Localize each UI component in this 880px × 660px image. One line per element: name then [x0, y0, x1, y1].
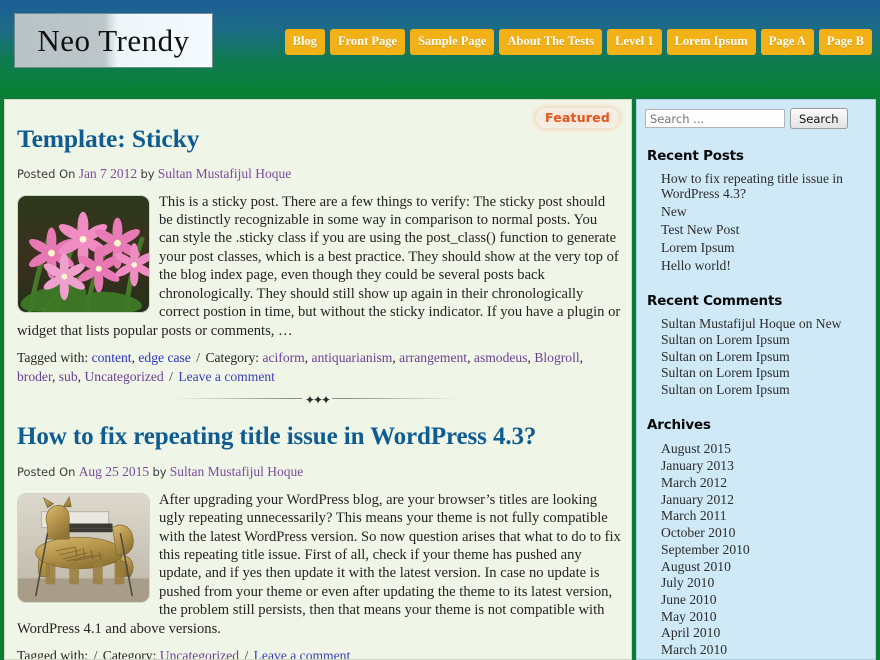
posted-on-label: Posted On: [17, 465, 76, 480]
post-article: Template: Sticky Posted On Jan 7 2012 by…: [13, 124, 621, 407]
archives-heading: Archives: [647, 417, 711, 434]
post-title[interactable]: How to fix repeating title issue in Word…: [17, 423, 621, 452]
list-item[interactable]: Sultan on Lorem Ipsum: [661, 349, 868, 365]
list-item[interactable]: Test New Post: [661, 222, 868, 238]
category-label: Category:: [102, 648, 157, 660]
search-button[interactable]: Search: [790, 108, 848, 129]
tag-link[interactable]: edge case: [138, 350, 190, 365]
category-link[interactable]: broder: [17, 369, 52, 384]
site-logo[interactable]: Neo Trendy: [14, 13, 213, 68]
post-body: After upgrading your WordPress blog, are…: [17, 491, 621, 639]
sculpture-photo-icon: [18, 493, 149, 602]
list-item[interactable]: July 2010: [661, 575, 868, 590]
footer-separator: /: [196, 350, 201, 366]
list-item[interactable]: October 2010: [661, 525, 868, 540]
search-input[interactable]: [645, 109, 785, 128]
by-label: by: [152, 465, 167, 480]
post-footer: Tagged with: content, edge case / Catego…: [17, 350, 584, 385]
tag-link[interactable]: content: [92, 350, 132, 365]
page-root: Neo Trendy Blog Front Page Sample Page A…: [0, 0, 880, 660]
list-item[interactable]: Sultan on Lorem Ipsum: [661, 365, 868, 381]
main-content: Featured Template: Sticky Posted On Jan …: [4, 99, 632, 660]
list-item[interactable]: January 2013: [661, 458, 868, 473]
by-label: by: [140, 167, 155, 182]
list-item[interactable]: Sultan on Lorem Ipsum: [661, 382, 868, 398]
nav-item-page-a[interactable]: Page A: [760, 29, 814, 55]
post-author[interactable]: Sultan Mustafijul Hoque: [170, 464, 304, 479]
post-title[interactable]: Template: Sticky: [17, 124, 621, 153]
list-item[interactable]: March 2010: [661, 642, 868, 657]
category-label: Category:: [205, 350, 260, 366]
nav-item-sample-page[interactable]: Sample Page: [410, 29, 495, 55]
list-item[interactable]: August 2010: [661, 559, 868, 574]
list-item[interactable]: Hello world!: [661, 258, 868, 274]
site-header: Neo Trendy Blog Front Page Sample Page A…: [0, 0, 880, 95]
nav-item-front-page[interactable]: Front Page: [329, 29, 406, 55]
list-item[interactable]: September 2010: [661, 542, 868, 557]
post-date[interactable]: Aug 25 2015: [79, 464, 150, 479]
category-link[interactable]: arrangement: [399, 350, 467, 365]
sidebar: Search Recent Posts How to fix repeating…: [636, 99, 876, 660]
site-title: Neo Trendy: [37, 23, 190, 58]
nav-item-lorem-ipsum[interactable]: Lorem Ipsum: [666, 29, 756, 55]
recent-comments-list: Sultan Mustafijul Hoque on New Sultan on…: [645, 316, 868, 398]
post-thumbnail-sculpture[interactable]: [17, 492, 150, 603]
list-item[interactable]: Lorem Ipsum: [661, 240, 868, 256]
divider-ornament-icon: ✦✦✦: [301, 392, 333, 407]
category-link[interactable]: Uncategorized: [84, 369, 163, 384]
list-item[interactable]: Sultan on Lorem Ipsum: [661, 332, 868, 348]
list-item[interactable]: January 2012: [661, 492, 868, 507]
list-item[interactable]: New: [661, 204, 868, 220]
list-item[interactable]: June 2010: [661, 592, 868, 607]
list-item[interactable]: April 2010: [661, 625, 868, 640]
category-link[interactable]: aciform: [262, 350, 304, 365]
post-article: How to fix repeating title issue in Word…: [13, 423, 621, 660]
post-meta: Posted On Jan 7 2012 by Sultan Mustafiju…: [17, 166, 621, 182]
list-item[interactable]: May 2010: [661, 609, 868, 624]
tagged-with-label: Tagged with:: [17, 350, 89, 366]
post-body: This is a sticky post. There are a few t…: [17, 193, 621, 341]
category-link[interactable]: Blogroll: [534, 350, 579, 365]
main-navigation: Blog Front Page Sample Page About The Te…: [284, 29, 872, 55]
footer-separator: /: [93, 648, 98, 660]
footer-separator: /: [244, 648, 249, 660]
list-item[interactable]: How to fix repeating title issue in Word…: [661, 171, 868, 202]
post-meta: Posted On Aug 25 2015 by Sultan Mustafij…: [17, 464, 621, 480]
posted-on-label: Posted On: [17, 167, 76, 182]
featured-badge: Featured: [535, 108, 619, 128]
tagged-with-label: Tagged with:: [17, 648, 89, 660]
nav-item-level-1[interactable]: Level 1: [607, 29, 662, 55]
list-item[interactable]: March 2011: [661, 508, 868, 523]
recent-posts-heading: Recent Posts: [647, 148, 744, 164]
nav-item-page-b[interactable]: Page B: [818, 29, 872, 55]
category-link[interactable]: sub: [59, 369, 78, 384]
category-link[interactable]: asmodeus: [474, 350, 528, 365]
leave-comment-link[interactable]: Leave a comment: [254, 648, 351, 659]
post-date[interactable]: Jan 7 2012: [79, 166, 138, 181]
footer-separator: /: [169, 369, 173, 385]
post-divider: ✦✦✦: [172, 391, 462, 407]
search-widget: Search: [645, 108, 868, 129]
list-item[interactable]: March 2012: [661, 475, 868, 490]
category-link[interactable]: Uncategorized: [160, 648, 239, 659]
nav-item-about-the-tests[interactable]: About The Tests: [499, 29, 603, 55]
list-item[interactable]: August 2015: [661, 441, 868, 456]
list-item[interactable]: Sultan Mustafijul Hoque on New: [661, 316, 868, 332]
post-footer: Tagged with: / Category: Uncategorized /…: [17, 646, 621, 660]
category-link[interactable]: antiquarianism: [312, 350, 393, 365]
nav-item-blog[interactable]: Blog: [284, 29, 325, 55]
flower-photo-icon: [18, 195, 149, 312]
recent-posts-list: How to fix repeating title issue in Word…: [645, 171, 868, 274]
archives-list: August 2015 January 2013 March 2012 Janu…: [645, 441, 868, 659]
post-author[interactable]: Sultan Mustafijul Hoque: [158, 166, 292, 181]
recent-comments-heading: Recent Comments: [647, 292, 783, 309]
leave-comment-link[interactable]: Leave a comment: [178, 369, 275, 384]
body-wrapper: Featured Template: Sticky Posted On Jan …: [0, 95, 880, 660]
post-thumbnail-flowers[interactable]: [17, 194, 150, 313]
